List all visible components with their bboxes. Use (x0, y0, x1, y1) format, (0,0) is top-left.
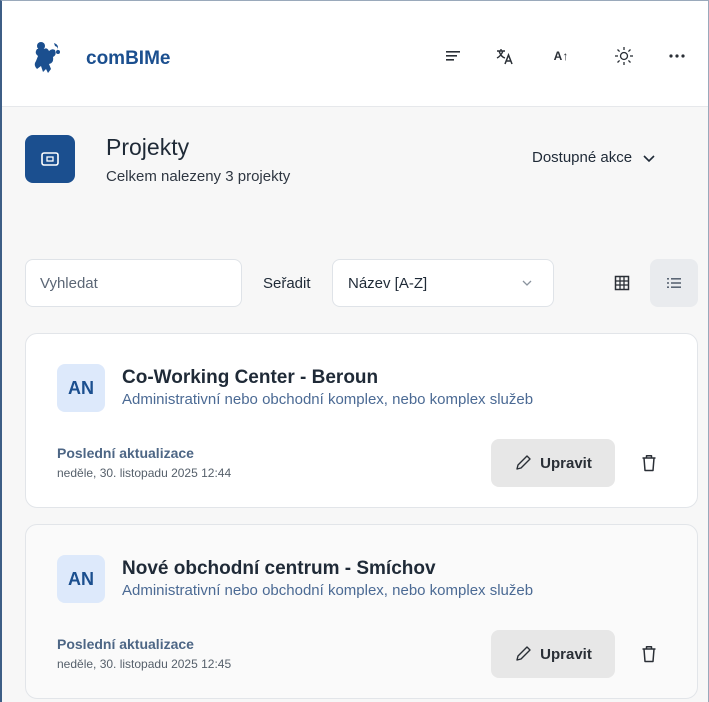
list-view-button[interactable] (650, 259, 698, 307)
sort-select[interactable]: Název [A-Z] (332, 259, 554, 307)
edit-button-label: Upravit (540, 645, 592, 663)
app-brand-name: comBIMe (86, 48, 171, 69)
project-type: Administrativní nebo obchodní komplex, n… (122, 391, 534, 408)
last-updated-value: neděle, 30. listopadu 2025 12:45 (57, 657, 232, 671)
edit-button[interactable]: Upravit (491, 439, 615, 487)
delete-button[interactable] (632, 446, 666, 480)
project-card[interactable]: AN Co-Working Center - Beroun Administra… (25, 333, 698, 508)
last-updated-label: Poslední aktualizace (57, 636, 194, 652)
delete-button[interactable] (632, 637, 666, 671)
chevron-down-icon (522, 280, 532, 286)
translate-button[interactable] (490, 41, 520, 71)
more-button[interactable] (662, 41, 692, 71)
pencil-icon (516, 646, 531, 661)
chevron-down-icon (643, 154, 655, 162)
available-actions-label: Dostupné akce (532, 149, 633, 166)
page-title: Projekty (106, 134, 190, 160)
trash-icon (642, 646, 656, 663)
last-updated-value: neděle, 30. listopadu 2025 12:44 (57, 466, 232, 480)
project-type: Administrativní nebo obchodní komplex, n… (122, 582, 534, 599)
theme-sun-icon (615, 47, 633, 65)
translate-icon (496, 49, 513, 65)
text-size-button[interactable]: A↑ (546, 41, 576, 71)
last-updated-label: Poslední aktualizace (57, 445, 194, 461)
project-name[interactable]: Nové obchodní centrum - Smíchov (122, 558, 436, 580)
logo-lion-icon (34, 42, 60, 73)
sort-label: Seřadit (263, 275, 311, 292)
edit-button-label: Upravit (540, 454, 592, 472)
menu-button[interactable] (438, 41, 468, 71)
project-name[interactable]: Co-Working Center - Beroun (122, 367, 378, 389)
search-input[interactable] (25, 259, 242, 307)
folder-icon (41, 152, 59, 166)
available-actions-dropdown[interactable]: Dostupné akce (532, 149, 656, 166)
trash-icon (642, 455, 656, 472)
edit-button[interactable]: Upravit (491, 630, 615, 678)
app-window: comBIMe A↑ Projekty Celkem nalezeny 3 pr… (0, 0, 709, 702)
more-icon (669, 54, 685, 58)
project-card[interactable]: AN Nové obchodní centrum - Smíchov Admin… (25, 524, 698, 699)
page-subtitle: Celkem nalezeny 3 projekty (106, 168, 291, 185)
top-bar: comBIMe A↑ (2, 1, 708, 107)
theme-toggle-button[interactable] (609, 41, 639, 71)
grid-view-button[interactable] (598, 259, 646, 307)
menu-icon (446, 51, 460, 61)
sort-select-value: Název [A-Z] (348, 274, 428, 292)
projects-section-icon (25, 135, 75, 183)
grid-icon (614, 275, 630, 291)
project-avatar: AN (57, 555, 105, 603)
list-icon (667, 278, 681, 288)
text-size-icon: A↑ (553, 49, 569, 63)
pencil-icon (516, 455, 531, 470)
project-avatar: AN (57, 364, 105, 412)
